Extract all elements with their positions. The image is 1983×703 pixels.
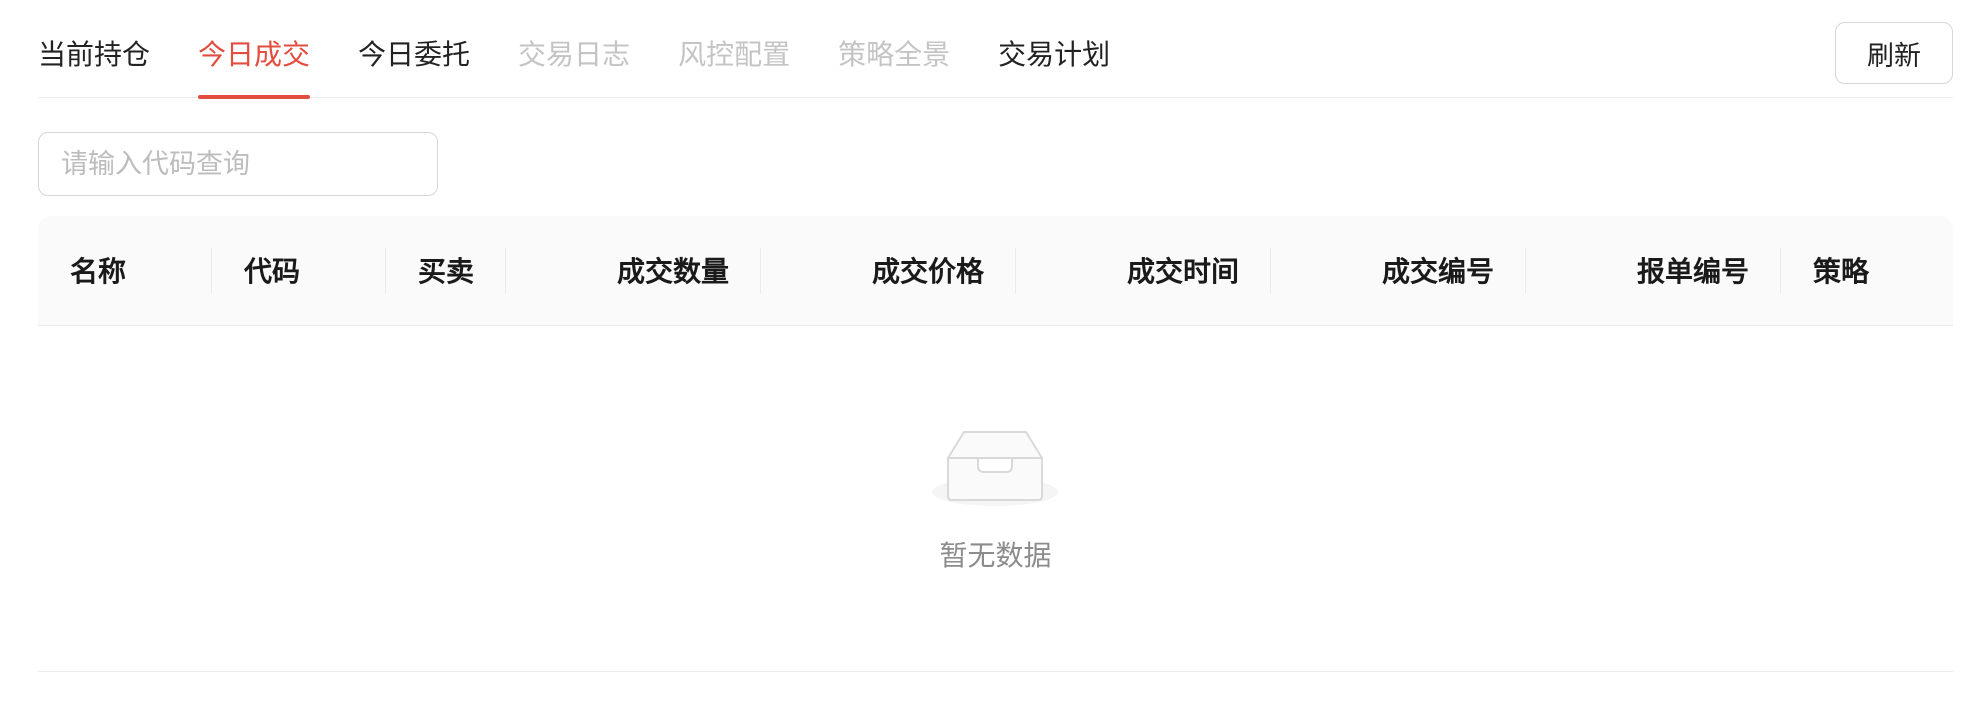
column-header-time: 成交时间 — [1016, 216, 1271, 324]
tabs: 当前持仓 今日成交 今日委托 交易日志 风控配置 策略全景 交易计划 — [38, 0, 1110, 99]
trades-table: 名称 代码 买卖 成交数量 成交价格 成交时间 成交编号 报单编号 策略 暂无数… — [38, 216, 1953, 672]
column-header-trade-id: 成交编号 — [1271, 216, 1526, 324]
trades-panel: 当前持仓 今日成交 今日委托 交易日志 风控配置 策略全景 交易计划 刷新 名称… — [0, 0, 1983, 703]
tab-trade-log: 交易日志 — [518, 38, 631, 71]
column-header-price: 成交价格 — [761, 216, 1016, 324]
table-header: 名称 代码 买卖 成交数量 成交价格 成交时间 成交编号 报单编号 策略 — [38, 216, 1953, 326]
column-header-order-id: 报单编号 — [1526, 216, 1781, 324]
tab-bar: 当前持仓 今日成交 今日委托 交易日志 风控配置 策略全景 交易计划 刷新 — [38, 0, 1953, 99]
refresh-button[interactable]: 刷新 — [1835, 22, 1953, 84]
column-header-name: 名称 — [38, 216, 212, 324]
column-header-strategy: 策略 — [1813, 255, 1870, 288]
tab-today-trades[interactable]: 今日成交 — [198, 0, 311, 99]
column-header-side: 买卖 — [386, 216, 506, 324]
column-header-quantity: 成交数量 — [506, 216, 761, 324]
tab-trade-plan[interactable]: 交易计划 — [998, 0, 1110, 98]
tab-today-orders[interactable]: 今日委托 — [358, 0, 470, 98]
empty-state-text: 暂无数据 — [939, 539, 1052, 572]
empty-inbox-icon — [932, 431, 1058, 506]
tab-strategy-overview: 策略全景 — [838, 38, 951, 71]
column-header-code: 代码 — [212, 216, 386, 324]
search-input[interactable] — [38, 132, 438, 196]
tab-positions[interactable]: 当前持仓 — [38, 0, 150, 98]
tab-risk-config: 风控配置 — [678, 38, 791, 71]
empty-state: 暂无数据 — [38, 326, 1953, 671]
